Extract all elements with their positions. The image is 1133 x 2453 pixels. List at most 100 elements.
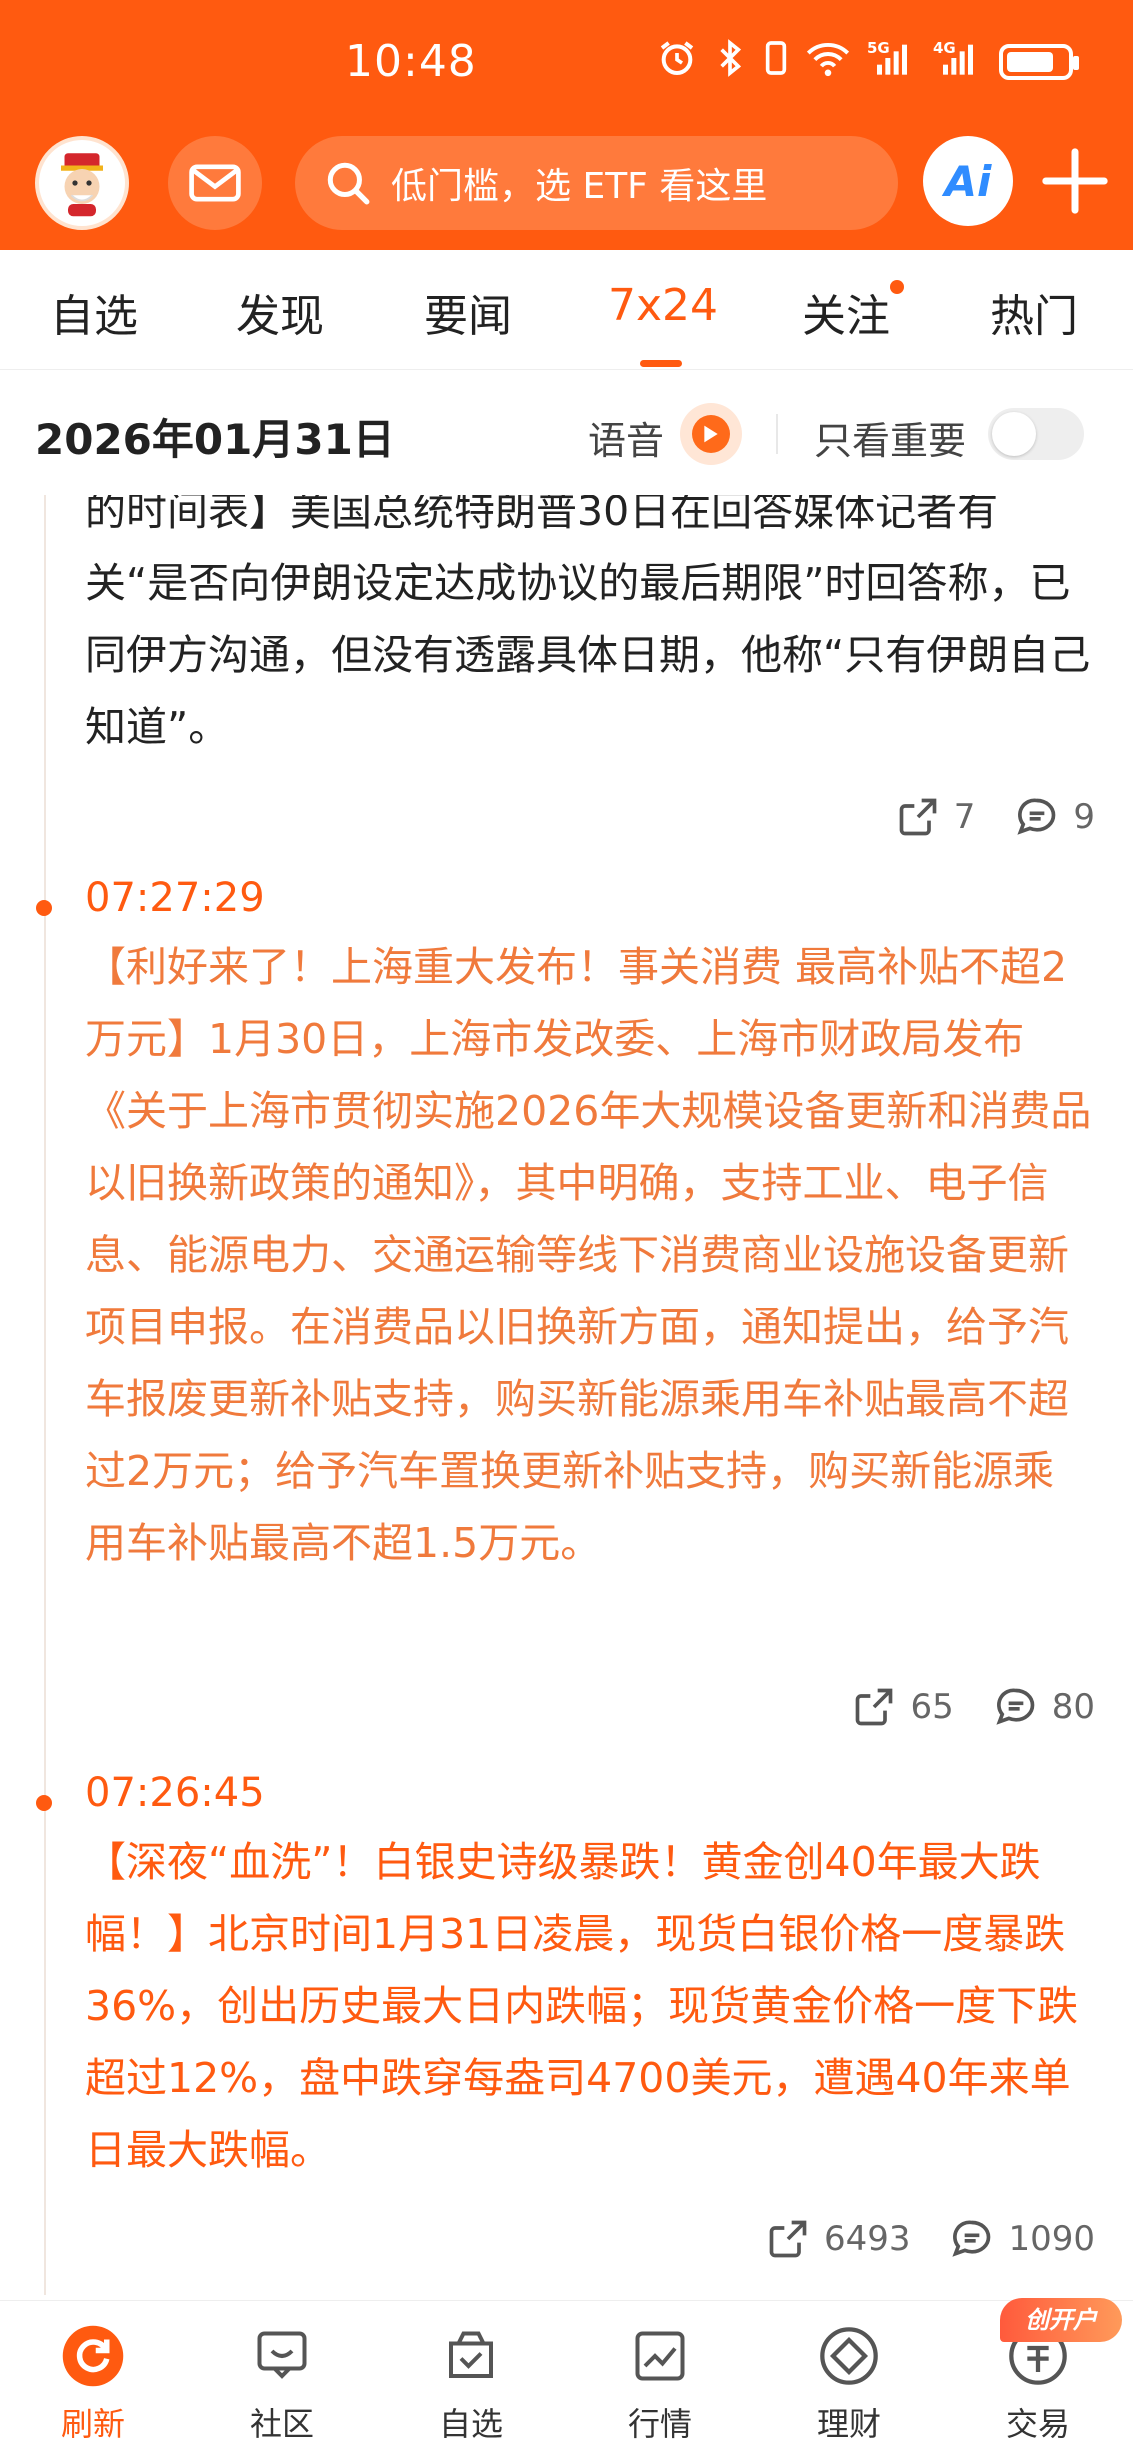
- tab-headlines[interactable]: 要闻: [424, 280, 512, 344]
- nav-refresh[interactable]: 刷新: [33, 2321, 153, 2445]
- news-body: 【利好来了！上海重大发布！事关消费 最高补贴不超2万元】1月30日，上海市发改委…: [85, 943, 1092, 1567]
- search-placeholder: 低门槛，选 ETF 看这里: [391, 166, 768, 207]
- market-icon: [625, 2321, 695, 2391]
- bottom-nav: 刷新 社区 自选 行情 理财 交易: [0, 2300, 1133, 2453]
- news-item[interactable]: 的时间表】美国总统特朗普30日在回答媒体记者有关“是否向伊朗设定达成协议的最后期…: [85, 495, 1095, 763]
- comment-count: 80: [1051, 1687, 1095, 1727]
- tab-label: 发现: [236, 291, 324, 342]
- app-screen: 10:48 5G 4G 低门槛，选 ETF 看这里 Ai 自选 发现 要闻 7x…: [0, 0, 1133, 2453]
- comment-icon: [1017, 798, 1056, 835]
- status-bar: 10:48 5G 4G: [0, 0, 1133, 125]
- tab-label: 自选: [50, 291, 138, 342]
- vibrate-icon: [763, 38, 789, 86]
- nav-label: 刷新: [60, 2405, 125, 2443]
- news-time: 07:27:29: [85, 875, 265, 921]
- open-account-badge[interactable]: 创开户: [1000, 2298, 1122, 2342]
- add-button[interactable]: [1040, 146, 1110, 216]
- important-only-label: 只看重要: [814, 419, 967, 463]
- tab-label: 热门: [990, 291, 1078, 342]
- signal-4g-icon: 4G: [933, 38, 983, 86]
- nav-market[interactable]: 行情: [600, 2321, 720, 2445]
- news-feed[interactable]: 的时间表】美国总统特朗普30日在回答媒体记者有关“是否向伊朗设定达成协议的最后期…: [0, 495, 1133, 2295]
- comment-icon: [952, 2220, 991, 2257]
- nav-label: 自选: [438, 2405, 503, 2443]
- tab-trending[interactable]: 热门: [990, 280, 1078, 344]
- refresh-icon: [58, 2321, 128, 2391]
- share-icon: [899, 798, 937, 836]
- svg-text:5G: 5G: [867, 39, 890, 57]
- search-icon: [327, 162, 370, 205]
- play-icon: [692, 415, 730, 453]
- ai-assistant-button[interactable]: Ai: [923, 136, 1013, 226]
- app-header: 10:48 5G 4G 低门槛，选 ETF 看这里 Ai: [0, 0, 1133, 250]
- news-actions: 65 80: [852, 1685, 1095, 1729]
- timeline-dot: [36, 1795, 52, 1811]
- channel-tabs: 自选 发现 要闻 7x24 关注 热门: [0, 250, 1133, 370]
- tab-discover[interactable]: 发现: [236, 280, 324, 344]
- avatar[interactable]: [35, 136, 129, 230]
- nav-label: 交易: [1005, 2405, 1070, 2443]
- important-only-toggle[interactable]: [988, 408, 1084, 460]
- news-body: 的时间表】美国总统特朗普30日在回答媒体记者有关“是否向伊朗设定达成协议的最后期…: [85, 495, 1091, 751]
- nav-label: 理财: [816, 2405, 881, 2443]
- bluetooth-icon: [713, 38, 747, 86]
- timeline-line: [44, 495, 46, 2295]
- tab-label: 7x24: [608, 280, 719, 331]
- comment-button[interactable]: 80: [994, 1685, 1095, 1729]
- news-time: 07:26:45: [85, 1770, 265, 1816]
- mascot-icon: [61, 153, 103, 217]
- nav-wealth[interactable]: 理财: [789, 2321, 909, 2445]
- share-icon: [856, 1688, 893, 1726]
- plus-icon: [1042, 148, 1108, 214]
- share-button[interactable]: 7: [896, 795, 976, 839]
- battery-icon: [999, 44, 1079, 80]
- news-item[interactable]: 07:27:29 【利好来了！上海重大发布！事关消费 最高补贴不超2万元】1月3…: [85, 875, 1095, 1579]
- active-tab-indicator: [640, 360, 682, 367]
- notification-dot: [890, 280, 904, 294]
- tab-label: 关注: [802, 291, 890, 342]
- nav-label: 行情: [627, 2405, 692, 2443]
- status-time: 10:48: [345, 36, 477, 87]
- search-bar[interactable]: 低门槛，选 ETF 看这里: [295, 136, 898, 230]
- share-count: 65: [910, 1687, 954, 1727]
- date-row: 2026年01月31日 语音 只看重要: [0, 370, 1133, 495]
- comment-button[interactable]: 9: [1015, 795, 1095, 839]
- share-button[interactable]: 65: [852, 1685, 954, 1729]
- news-item[interactable]: 07:26:45 【深夜“血洗”！白银史诗级暴跌！黄金创40年最大跌幅！】北京时…: [85, 1770, 1095, 2186]
- message-button[interactable]: [168, 136, 262, 230]
- toggle-knob: [992, 412, 1036, 456]
- share-count: 6493: [823, 2219, 911, 2259]
- share-count: 7: [953, 797, 976, 837]
- nav-watchlist[interactable]: 自选: [411, 2321, 531, 2445]
- mail-icon: [189, 164, 241, 202]
- feed-date: 2026年01月31日: [35, 415, 395, 464]
- news-actions: 7 9: [896, 795, 1095, 839]
- news-body: 【深夜“血洗”！白银史诗级暴跌！黄金创40年最大跌幅！】北京时间1月31日凌晨，…: [85, 1838, 1079, 2174]
- wealth-icon: [814, 2321, 884, 2391]
- status-icons: 5G 4G: [657, 38, 1079, 86]
- comment-icon: [996, 1688, 1035, 1725]
- nav-label: 社区: [249, 2405, 314, 2443]
- comment-button[interactable]: 1090: [950, 2217, 1095, 2261]
- top-toolbar: 低门槛，选 ETF 看这里 Ai: [0, 133, 1133, 233]
- divider: [776, 414, 778, 454]
- tab-following[interactable]: 关注: [802, 280, 904, 344]
- alarm-icon: [657, 38, 697, 86]
- voice-play-button[interactable]: [680, 403, 742, 465]
- share-button[interactable]: 6493: [766, 2217, 911, 2261]
- share-icon: [769, 2220, 807, 2258]
- voice-label[interactable]: 语音: [588, 410, 664, 465]
- comment-count: 9: [1073, 797, 1095, 837]
- signal-5g-icon: 5G: [867, 38, 917, 86]
- news-actions: 6493 1090: [766, 2217, 1095, 2261]
- nav-community[interactable]: 社区: [222, 2321, 342, 2445]
- community-icon: [247, 2321, 317, 2391]
- battery-level: [1007, 52, 1053, 72]
- watchlist-icon: [436, 2321, 506, 2391]
- wifi-icon: [805, 38, 851, 86]
- tab-watchlist[interactable]: 自选: [50, 280, 138, 344]
- timeline-dot: [36, 900, 52, 916]
- tab-label: 要闻: [424, 291, 512, 342]
- svg-text:4G: 4G: [933, 39, 956, 57]
- tab-7x24[interactable]: 7x24: [608, 280, 718, 331]
